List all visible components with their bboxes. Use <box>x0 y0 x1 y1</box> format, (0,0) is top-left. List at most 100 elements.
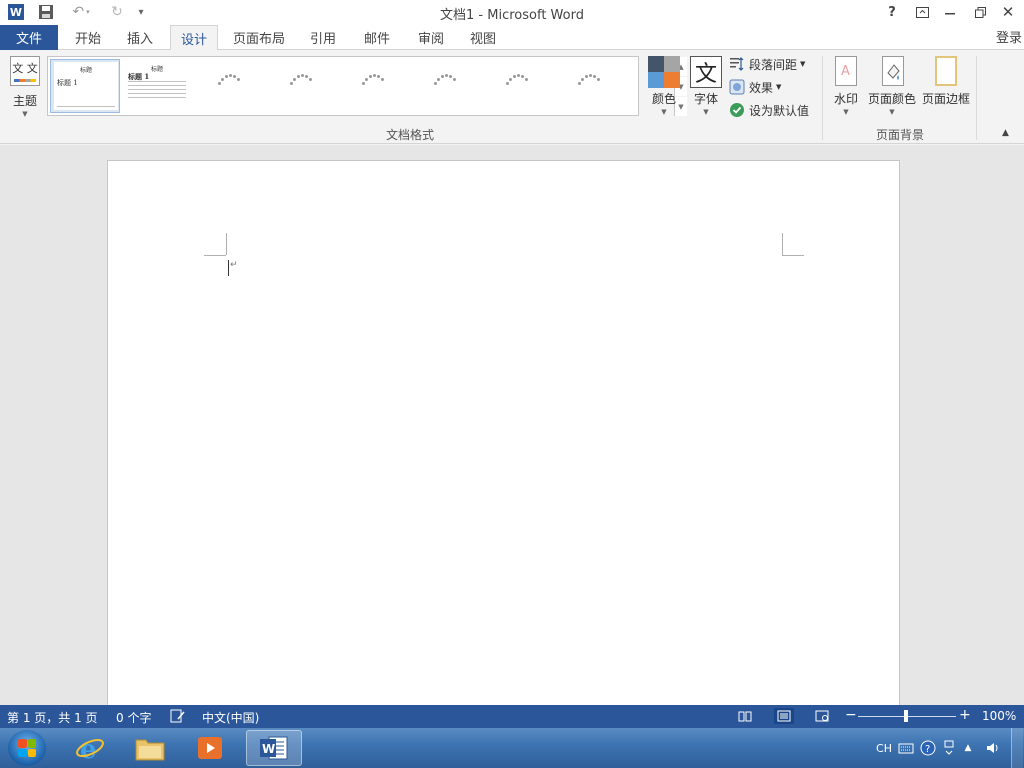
tab-insert[interactable]: 插入 <box>118 25 162 50</box>
show-hidden-icons-button[interactable]: ▲ <box>960 728 976 768</box>
paragraph-spacing-icon <box>729 56 745 72</box>
redo-button[interactable]: ↻ <box>106 2 128 22</box>
ime-options-icon[interactable] <box>940 728 958 768</box>
page-color-button[interactable]: 页面颜色 ▼ <box>866 56 918 120</box>
minimize-button[interactable] <box>936 0 964 24</box>
zoom-out-button[interactable]: − <box>845 707 857 723</box>
help-icon[interactable]: ? <box>918 728 938 768</box>
tab-mailings[interactable]: 邮件 <box>354 25 400 50</box>
loading-dot <box>445 74 448 77</box>
sign-in-link[interactable]: 登录 <box>996 27 1022 46</box>
loading-icon[interactable] <box>504 73 528 87</box>
svg-text:W: W <box>262 742 275 756</box>
page-borders-label: 页面边框 <box>921 92 970 106</box>
chevron-down-icon: ▼ <box>889 108 895 116</box>
fonts-icon: 文 <box>690 56 722 88</box>
style-set-gallery[interactable]: 标题 标题 1 标题 标题 1 ▲ ▼ ▼ <box>47 56 687 116</box>
tab-page-layout[interactable]: 页面布局 <box>226 25 292 50</box>
proofing-icon[interactable] <box>170 709 186 726</box>
document-canvas[interactable]: ↵ <box>0 145 1024 720</box>
taskbar-internet-explorer[interactable]: e <box>62 730 118 766</box>
themes-icon-text: 文 文 <box>12 62 38 75</box>
set-as-default-button[interactable]: 设为默认值 <box>729 100 809 120</box>
tab-review[interactable]: 审阅 <box>408 25 454 50</box>
minimize-icon <box>945 13 955 15</box>
read-mode-button[interactable] <box>735 708 755 724</box>
close-button[interactable]: ✕ <box>994 0 1022 24</box>
taskbar-media-player[interactable] <box>182 730 238 766</box>
zoom-in-button[interactable]: + <box>959 707 971 723</box>
print-layout-icon <box>777 710 791 722</box>
page-borders-button[interactable]: 页面边框 <box>920 56 972 120</box>
paragraph-spacing-button[interactable]: 段落间距 ▼ <box>729 54 805 74</box>
color-swatch <box>648 72 664 88</box>
save-button[interactable] <box>36 2 56 22</box>
read-mode-icon <box>738 711 752 722</box>
page-color-label: 页面颜色 <box>867 92 916 106</box>
taskbar-microsoft-word[interactable]: W <box>246 730 302 766</box>
word-icon: W <box>260 736 288 760</box>
group-label-document-formatting: 文档格式 <box>385 128 434 142</box>
start-button[interactable] <box>8 730 46 766</box>
loading-dot <box>449 75 452 78</box>
tab-file[interactable]: 文件 <box>0 25 58 50</box>
chevron-down-icon: ▼ <box>800 60 806 68</box>
folder-icon <box>135 739 165 761</box>
style-thumb-heading: 标题 1 <box>57 79 78 87</box>
loading-icon[interactable] <box>432 73 456 87</box>
taskbar-file-explorer[interactable] <box>122 730 178 766</box>
loading-icon[interactable] <box>576 73 600 87</box>
help-button[interactable]: ? <box>878 0 906 24</box>
restore-button[interactable] <box>966 0 994 24</box>
loading-dot <box>434 82 437 85</box>
tab-design[interactable]: 设计 <box>170 25 218 51</box>
color-swatch <box>648 56 664 72</box>
show-desktop-button[interactable] <box>1010 728 1024 768</box>
paragraph-mark: ↵ <box>230 260 238 270</box>
keyboard-icon[interactable] <box>896 728 916 768</box>
restore-icon <box>974 6 986 18</box>
word-app-icon[interactable]: W <box>6 2 26 22</box>
zoom-slider-thumb[interactable] <box>904 710 908 722</box>
loading-dot <box>437 78 440 81</box>
loading-dot <box>309 78 312 81</box>
tab-references[interactable]: 引用 <box>300 25 346 50</box>
print-layout-button[interactable] <box>774 708 794 724</box>
style-set-item[interactable]: 标题 标题 1 <box>50 59 120 113</box>
loading-dot <box>506 82 509 85</box>
loading-dot <box>513 75 516 78</box>
undo-button[interactable]: ↶ ▾ <box>66 2 96 22</box>
page-borders-icon <box>935 56 957 86</box>
zoom-level[interactable]: 100% <box>982 709 1016 723</box>
page-count-status[interactable]: 第 1 页，共 1 页 <box>7 709 98 726</box>
loading-icon[interactable] <box>216 73 240 87</box>
watermark-button[interactable]: A 水印 ▼ <box>830 56 862 120</box>
ribbon-display-options-button[interactable] <box>908 0 936 24</box>
checkmark-icon <box>729 102 745 118</box>
style-set-item[interactable]: 标题 标题 1 <box>122 59 192 113</box>
document-page[interactable]: ↵ <box>107 160 900 720</box>
input-language-indicator[interactable]: CH <box>874 728 894 768</box>
loading-dot <box>365 78 368 81</box>
loading-icon[interactable] <box>360 73 384 87</box>
loading-icon[interactable] <box>288 73 312 87</box>
fonts-button[interactable]: 文 字体 ▼ <box>688 56 724 120</box>
fonts-label: 字体 <box>693 92 718 106</box>
colors-button[interactable]: 颜色 ▼ <box>647 56 681 120</box>
tab-home[interactable]: 开始 <box>66 25 110 50</box>
customize-quick-access-button[interactable]: ▾ <box>134 2 148 22</box>
word-count-status[interactable]: 0 个字 <box>116 709 151 726</box>
loading-dot <box>233 75 236 78</box>
web-layout-button[interactable] <box>812 708 832 724</box>
style-set-thumbnail: 标题 标题 1 <box>54 62 118 110</box>
language-status[interactable]: 中文(中国) <box>202 709 259 726</box>
undo-dropdown-icon[interactable]: ▾ <box>86 8 90 16</box>
themes-button[interactable]: 文 文 主题 ▼ <box>6 54 44 118</box>
status-bar: 第 1 页，共 1 页 0 个字 中文(中国) − + 100% <box>0 705 1024 728</box>
collapse-ribbon-button[interactable]: ▲ <box>1002 128 1009 138</box>
volume-icon[interactable] <box>984 728 1004 768</box>
effects-button[interactable]: 效果 ▼ <box>729 77 781 97</box>
loading-dot <box>581 78 584 81</box>
chevron-up-icon: ▲ <box>964 743 972 753</box>
tab-view[interactable]: 视图 <box>460 25 506 50</box>
